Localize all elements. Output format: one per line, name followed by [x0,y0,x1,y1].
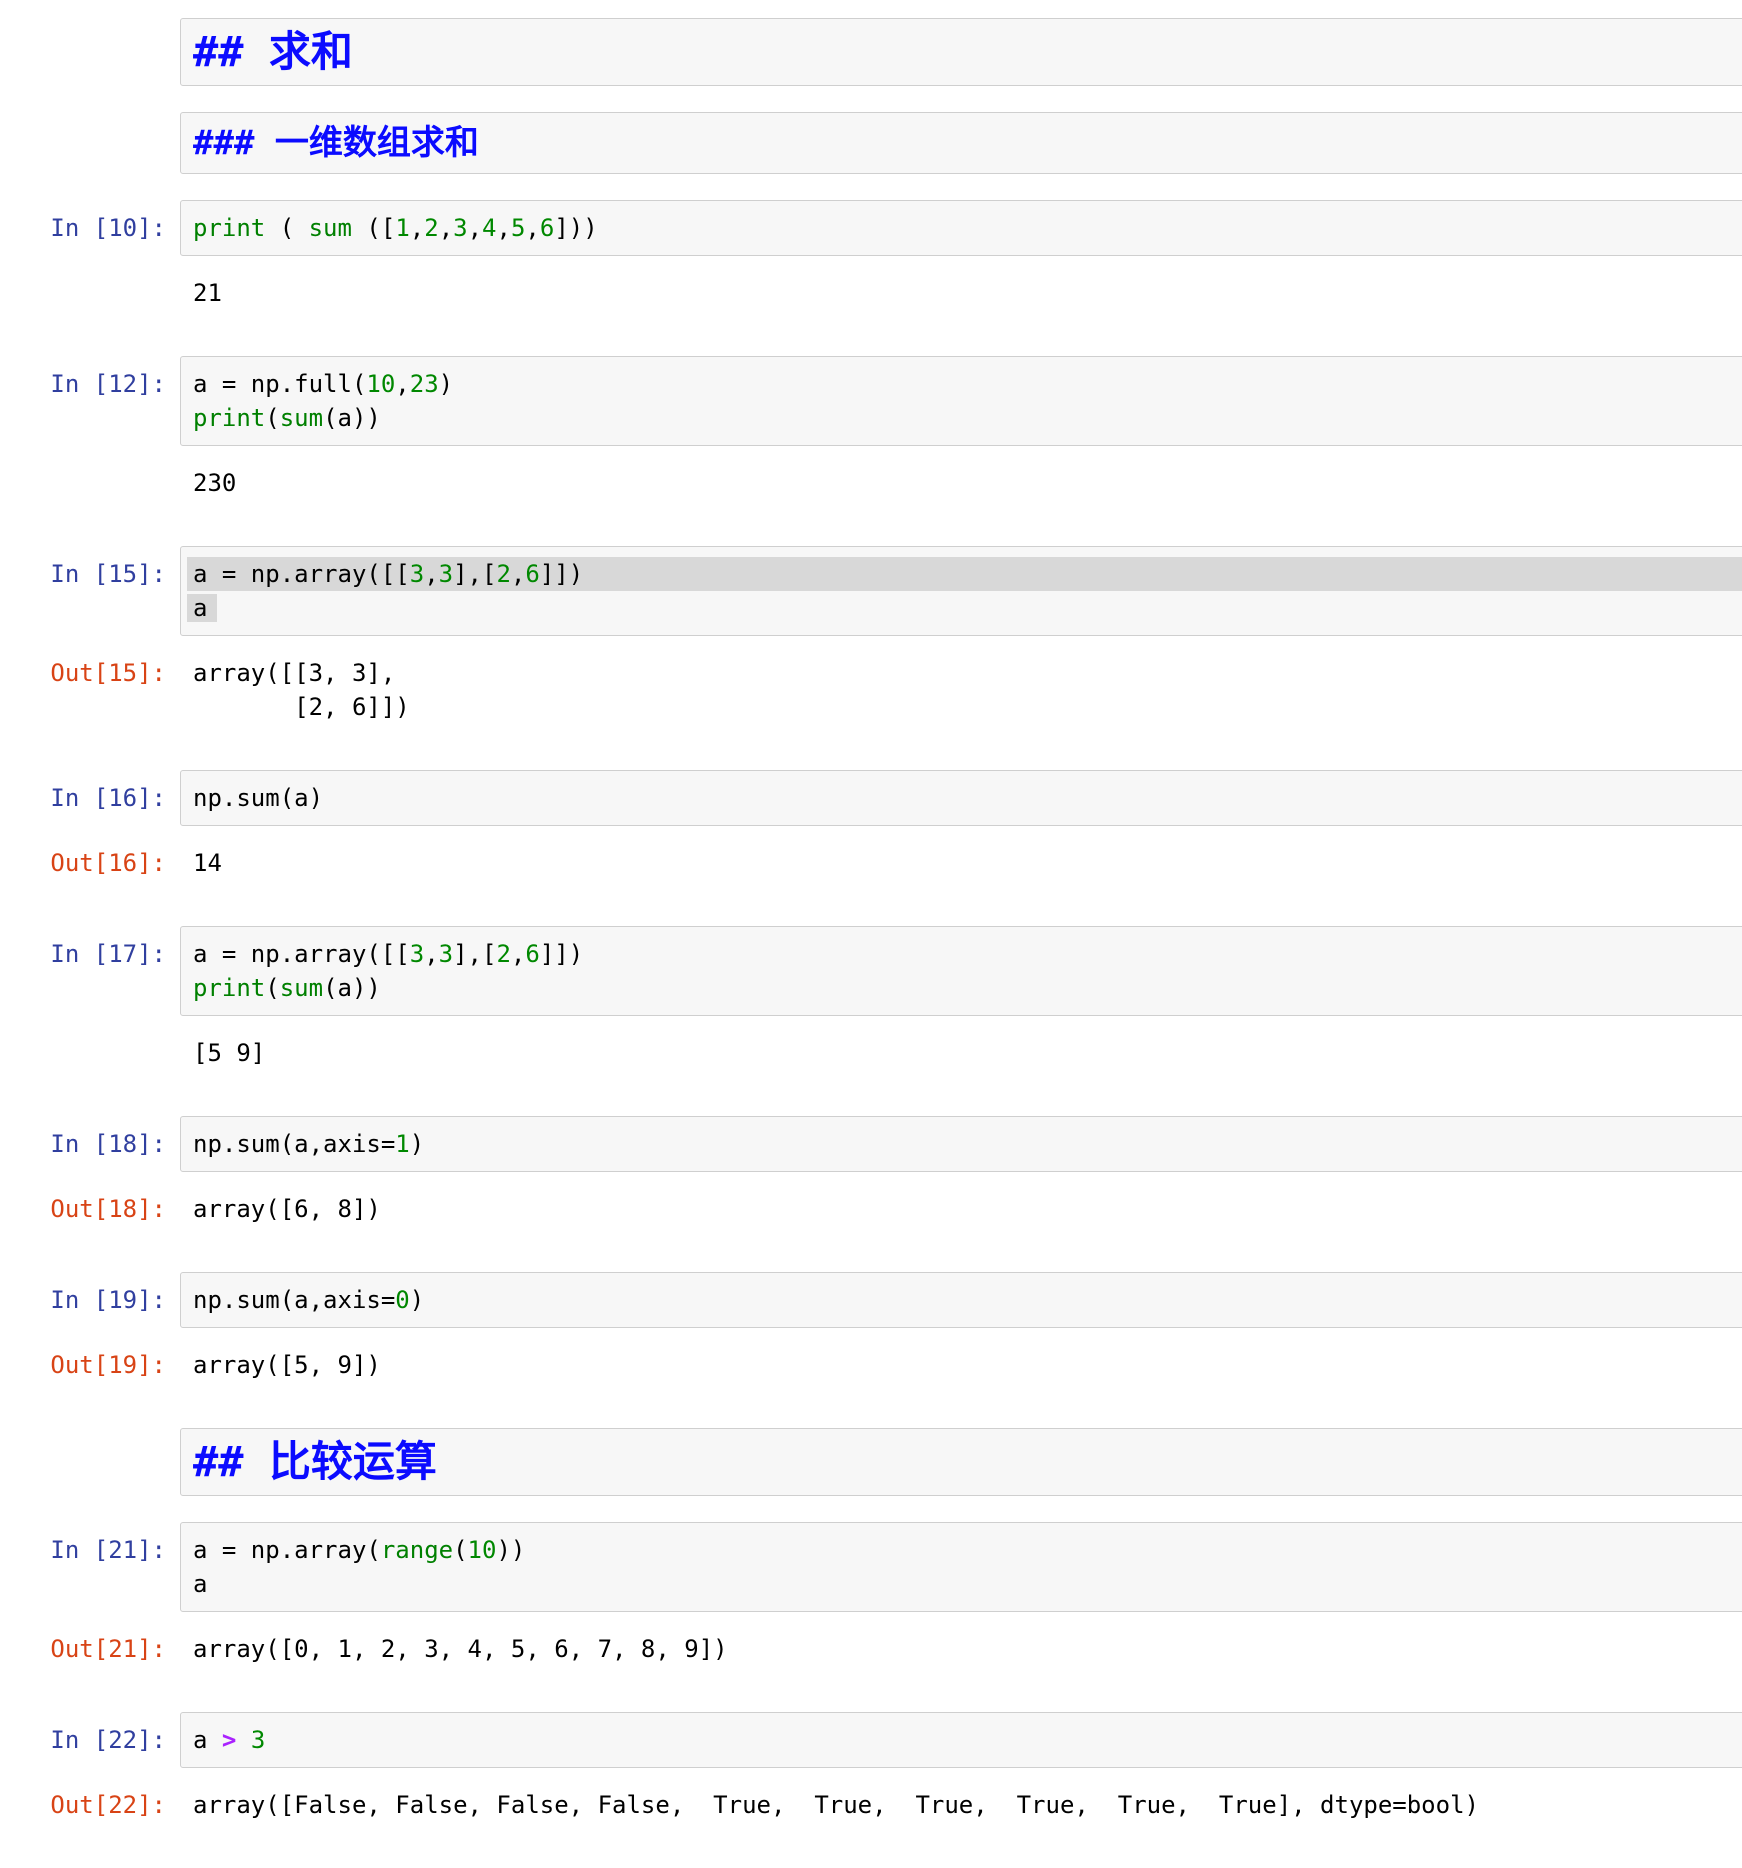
output-text: array([False, False, False, False, True,… [193,1791,1479,1819]
output-prompt [0,1031,180,1036]
output-prompt: Out[21]: [50,1635,166,1663]
prompt-spacer [0,1428,180,1439]
input-prompt: In [15]: [50,560,166,588]
output-text: array([5, 9]) [193,1351,381,1379]
output-prompt: Out[19]: [50,1351,166,1379]
code-cell-12: In [12]: a = np.full(10,23) print(sum(a))… [0,356,1742,500]
code-editor[interactable]: a = np.full(10,23) print(sum(a)) [187,367,1742,435]
markdown-editor[interactable]: ## 求和 [180,18,1742,86]
code-editor[interactable]: np.sum(a,axis=1) [187,1127,1742,1161]
code-input[interactable]: a > 3 [180,1712,1742,1768]
code-input[interactable]: np.sum(a,axis=1) [180,1116,1742,1172]
markdown-header-source: ### 一维数组求和 [193,123,479,163]
input-prompt: In [22]: [50,1726,166,1754]
markdown-cell-sum: ## 求和 [0,18,1742,86]
code-editor[interactable]: np.sum(a,axis=0) [187,1283,1742,1317]
code-cell-18: In [18]: np.sum(a,axis=1) Out[18]: array… [0,1116,1742,1226]
output-text: 230 [193,469,237,497]
notebook: ## 求和 ### 一维数组求和 In [10]: print ( sum ([… [0,0,1742,1868]
prompt-spacer [0,18,180,29]
code-editor[interactable]: a = np.array([[3,3],[2,6]]) a [187,557,1742,625]
code-cell-21: In [21]: a = np.array(range(10)) a Out[21… [0,1522,1742,1666]
code-cell-16: In [16]: np.sum(a) Out[16]: 14 [0,770,1742,880]
markdown-header-source: ## 比较运算 [193,1437,437,1486]
input-prompt: In [12]: [50,370,166,398]
code-cell-22: In [22]: a > 3 Out[22]: array([False, Fa… [0,1712,1742,1822]
markdown-cell-1d-sum: ### 一维数组求和 [0,112,1742,174]
input-prompt: In [17]: [50,940,166,968]
code-input[interactable]: print ( sum ([1,2,3,4,5,6])) [180,200,1742,256]
input-prompt: In [10]: [50,214,166,242]
code-editor[interactable]: a = np.array(range(10)) a [187,1533,1742,1601]
output-prompt: Out[15]: [50,659,166,687]
output-text: 14 [193,849,222,877]
markdown-editor[interactable]: ## 比较运算 [180,1428,1742,1496]
input-prompt: In [19]: [50,1286,166,1314]
code-editor[interactable]: np.sum(a) [187,781,1742,815]
code-editor[interactable]: a = np.array([[3,3],[2,6]]) print(sum(a)) [187,937,1742,1005]
code-input[interactable]: np.sum(a) [180,770,1742,826]
output-prompt: Out[18]: [50,1195,166,1223]
prompt-spacer [0,112,180,123]
markdown-editor[interactable]: ### 一维数组求和 [180,112,1742,174]
markdown-cell-comparison: ## 比较运算 [0,1428,1742,1496]
markdown-header-source: ## 求和 [193,27,353,76]
code-cell-10: In [10]: print ( sum ([1,2,3,4,5,6])) 21 [0,200,1742,310]
code-cell-17: In [17]: a = np.array([[3,3],[2,6]]) prin… [0,926,1742,1070]
code-input[interactable]: a = np.array([[3,3],[2,6]]) a [180,546,1742,636]
code-input[interactable]: a = np.array([[3,3],[2,6]]) print(sum(a)) [180,926,1742,1016]
code-editor[interactable]: print ( sum ([1,2,3,4,5,6])) [187,211,1742,245]
input-prompt: In [21]: [50,1536,166,1564]
input-prompt: In [16]: [50,784,166,812]
output-text: array([[3, 3], [2, 6]]) [193,659,410,721]
output-text: 21 [193,279,222,307]
code-input[interactable]: a = np.array(range(10)) a [180,1522,1742,1612]
output-prompt: Out[22]: [50,1791,166,1819]
code-input[interactable]: a = np.full(10,23) print(sum(a)) [180,356,1742,446]
code-cell-15: In [15]: a = np.array([[3,3],[2,6]]) a Ou… [0,546,1742,724]
output-text: array([0, 1, 2, 3, 4, 5, 6, 7, 8, 9]) [193,1635,728,1663]
output-prompt: Out[16]: [50,849,166,877]
code-input[interactable]: np.sum(a,axis=0) [180,1272,1742,1328]
code-cell-19: In [19]: np.sum(a,axis=0) Out[19]: array… [0,1272,1742,1382]
input-prompt: In [18]: [50,1130,166,1158]
output-prompt [0,271,180,276]
output-text: [5 9] [193,1039,266,1067]
output-prompt [0,461,180,466]
code-editor[interactable]: a > 3 [187,1723,1742,1757]
output-text: array([6, 8]) [193,1195,381,1223]
